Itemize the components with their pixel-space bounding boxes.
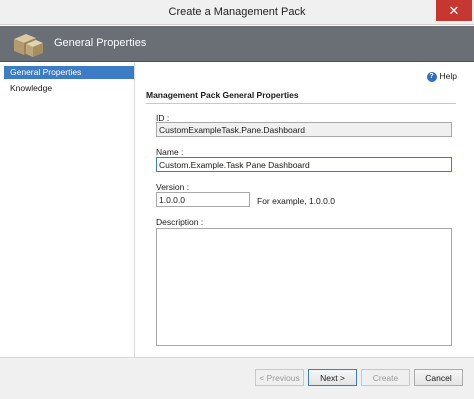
help-icon: ?: [426, 71, 437, 82]
description-label: Description :: [156, 217, 204, 227]
wizard-footer: < Previous Next > Create Cancel: [0, 357, 474, 399]
section-heading: Management Pack General Properties: [146, 90, 456, 104]
header-title: General Properties: [54, 37, 147, 49]
wizard-header: General Properties: [0, 26, 474, 62]
close-button[interactable]: ✕: [436, 0, 472, 21]
version-label: Version :: [156, 182, 190, 192]
help-link[interactable]: ? Help: [426, 71, 457, 83]
management-pack-boxes-icon: [14, 34, 43, 57]
content-panel: ? Help Management Pack General Properties…: [136, 63, 471, 357]
name-field[interactable]: [156, 157, 452, 172]
close-icon: ✕: [448, 3, 460, 18]
create-button[interactable]: Create: [361, 369, 410, 386]
cancel-button[interactable]: Cancel: [414, 369, 463, 386]
version-example-text: For example, 1.0.0.0: [257, 196, 335, 206]
previous-button[interactable]: < Previous: [255, 369, 304, 386]
description-field[interactable]: [156, 228, 452, 346]
help-label: Help: [439, 71, 457, 81]
window-title: Create a Management Pack: [168, 6, 306, 18]
next-button[interactable]: Next >: [308, 369, 357, 386]
version-field[interactable]: [156, 192, 250, 207]
sidebar-item-knowledge[interactable]: Knowledge: [4, 82, 134, 95]
sidebar-item-general-properties[interactable]: General Properties: [4, 66, 134, 79]
id-field[interactable]: [156, 122, 452, 137]
name-label: Name :: [156, 147, 184, 157]
window-titlebar: Create a Management Pack ✕: [0, 0, 474, 25]
wizard-sidebar: General Properties Knowledge: [0, 63, 135, 357]
